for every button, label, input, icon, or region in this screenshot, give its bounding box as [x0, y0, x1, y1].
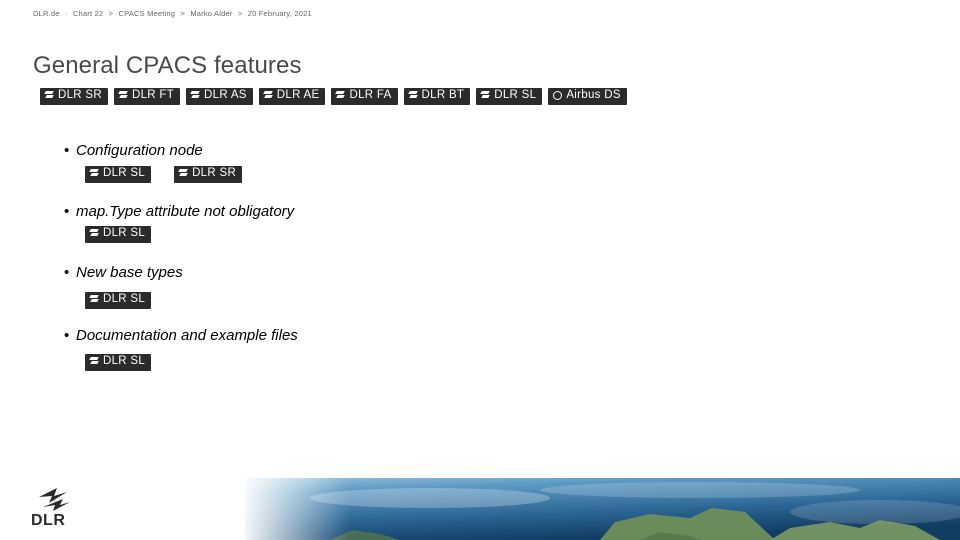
bullet-text: Configuration node	[76, 142, 203, 159]
dlr-bird-icon	[178, 168, 189, 179]
tag-label: Airbus DS	[566, 89, 621, 101]
bullet-marker: •	[64, 327, 70, 344]
tag-label: DLR FT	[131, 89, 175, 101]
tag-airbus-ds: Airbus DS	[548, 88, 627, 105]
tag-dlr-as: DLR AS	[186, 88, 253, 105]
tag-label: DLR AS	[204, 89, 247, 101]
tag-label: DLR SL	[103, 293, 146, 305]
dlr-logo-wordmark: DLR	[31, 512, 66, 529]
breadcrumb: DLR.de · Chart 22 > CPACS Meeting > Mark…	[33, 9, 312, 18]
breadcrumb-item-0: DLR.de	[33, 9, 60, 18]
tag-label: DLR SL	[103, 227, 146, 239]
tag-dlr-sl: DLR SL	[476, 88, 543, 105]
page-title: General CPACS features	[33, 52, 302, 79]
dlr-bird-icon	[44, 90, 55, 101]
tag-label: DLR SL	[494, 89, 537, 101]
dlr-bird-icon	[89, 356, 100, 367]
tag-dlr-bt: DLR BT	[403, 88, 471, 105]
tag-dlr-sr: DLR SR	[174, 166, 243, 183]
tag-label: DLR SL	[103, 355, 146, 367]
tag-label: DLR BT	[421, 89, 465, 101]
breadcrumb-item-4: 20 February, 2021	[247, 9, 312, 18]
tag-dlr-ae: DLR AE	[258, 88, 326, 105]
tag-dlr-sl: DLR SL	[85, 226, 152, 243]
dlr-bird-icon	[190, 90, 201, 101]
tag-dlr-ft: DLR FT	[113, 88, 181, 105]
tag-dlr-fa: DLR FA	[331, 88, 398, 105]
breadcrumb-separator: ·	[64, 9, 68, 18]
bullet-item-1: • Configuration node	[64, 142, 203, 159]
airbus-circle-icon	[552, 90, 563, 101]
dlr-bird-icon	[89, 228, 100, 239]
footer-graphic: DLR	[0, 478, 960, 540]
bullet-marker: •	[64, 264, 70, 281]
breadcrumb-item-3: Marko Alder	[190, 9, 233, 18]
bullet-text: Documentation and example files	[76, 327, 298, 344]
breadcrumb-item-1: Chart 22	[72, 9, 104, 18]
dlr-bird-icon	[118, 90, 129, 101]
earth-image	[0, 478, 960, 540]
tag-dlr-sl: DLR SL	[85, 354, 152, 371]
dlr-bird-icon	[263, 90, 274, 101]
dlr-bird-icon	[335, 90, 346, 101]
bullet-item-3: • New base types	[64, 264, 183, 281]
tag-row-bullet-1: DLR SL DLR SR	[85, 166, 243, 183]
breadcrumb-separator: >	[108, 9, 114, 18]
tag-row-bullet-3: DLR SL	[85, 292, 152, 309]
tag-label: DLR SR	[58, 89, 102, 101]
dlr-bird-logo-icon	[39, 488, 70, 511]
tag-row-bullet-2: DLR SL	[85, 226, 152, 243]
breadcrumb-item-2: CPACS Meeting	[118, 9, 176, 18]
bullet-item-4: • Documentation and example files	[64, 327, 298, 344]
tag-dlr-sl: DLR SL	[85, 292, 152, 309]
tag-label: DLR SL	[103, 167, 146, 179]
tag-row-partners: DLR SR DLR FT DLR AS DLR AE DLR FA DLR B…	[40, 88, 627, 105]
tag-label: DLR SR	[192, 167, 237, 179]
bullet-item-2: • map.Type attribute not obligatory	[64, 203, 294, 220]
tag-row-bullet-4: DLR SL	[85, 354, 152, 371]
tag-label: DLR AE	[276, 89, 320, 101]
tag-dlr-sr: DLR SR	[40, 88, 108, 105]
dlr-bird-icon	[408, 90, 419, 101]
breadcrumb-separator: >	[237, 9, 243, 18]
dlr-logo: DLR	[31, 486, 83, 530]
tag-dlr-sl: DLR SL	[85, 166, 152, 183]
bullet-text: map.Type attribute not obligatory	[76, 203, 295, 220]
bullet-marker: •	[64, 142, 70, 159]
bullet-marker: •	[64, 203, 70, 220]
bullet-text: New base types	[76, 264, 183, 281]
breadcrumb-separator: >	[180, 9, 186, 18]
dlr-bird-icon	[480, 90, 491, 101]
dlr-bird-icon	[89, 294, 100, 305]
tag-label: DLR FA	[349, 89, 392, 101]
dlr-bird-icon	[89, 168, 100, 179]
slide: DLR.de · Chart 22 > CPACS Meeting > Mark…	[0, 0, 960, 540]
